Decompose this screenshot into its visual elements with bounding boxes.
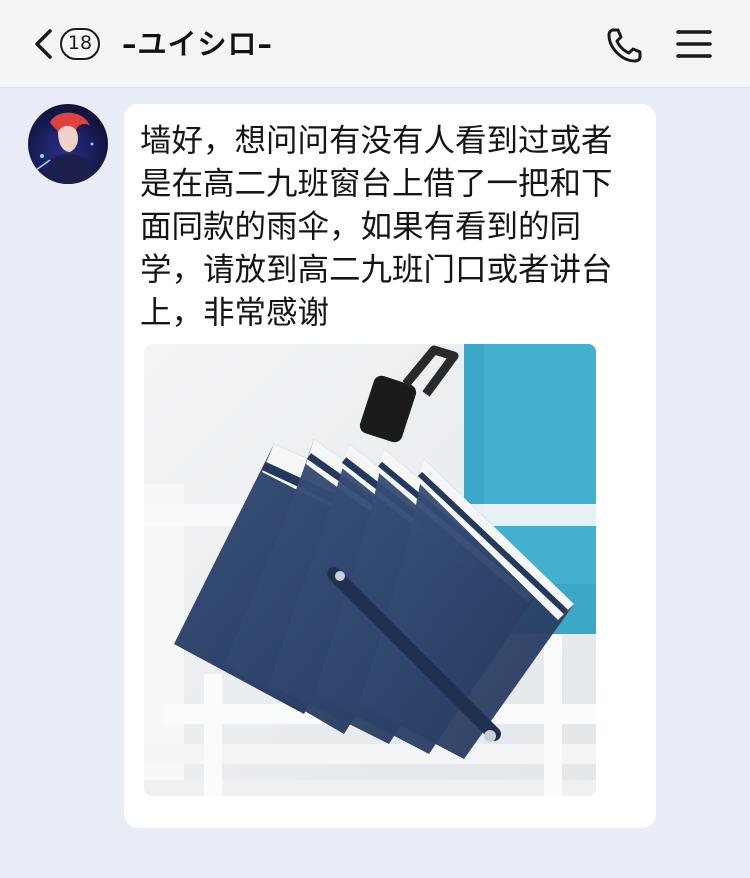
chat-title: –ユイシロ– [122, 27, 274, 61]
message-bubble[interactable]: 墙好，想问问有没有人看到过或者是在高二九班窗台上借了一把和下面同款的雨伞，如果有… [124, 104, 656, 828]
chat-header: 18 –ユイシロ– [0, 0, 750, 88]
navy-umbrella-photo[interactable] [144, 344, 596, 796]
unread-count-badge[interactable]: 18 [60, 28, 100, 60]
sender-avatar[interactable] [28, 104, 108, 184]
hamburger-menu-icon[interactable] [674, 26, 714, 62]
phone-icon[interactable] [604, 24, 646, 66]
message-text: 墙好，想问问有没有人看到过或者是在高二九班窗台上借了一把和下面同款的雨伞，如果有… [140, 123, 613, 331]
